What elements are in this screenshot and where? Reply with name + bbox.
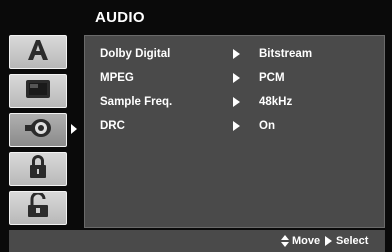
move-label: Move	[292, 235, 321, 247]
setting-label: Sample Freq.	[100, 96, 173, 108]
tab-others[interactable]	[9, 191, 67, 225]
setting-label: MPEG	[100, 72, 134, 84]
setting-value: 48kHz	[259, 96, 293, 108]
tab-lock[interactable]	[9, 152, 67, 186]
tab-language[interactable]	[9, 35, 67, 69]
right-arrow-icon	[325, 236, 332, 246]
display-icon	[24, 78, 52, 105]
move-hint: Move	[281, 235, 320, 247]
sidebar	[9, 35, 84, 228]
tab-display[interactable]	[9, 74, 67, 108]
setting-row-mpeg[interactable]: MPEG PCM	[85, 69, 386, 89]
play-arrow-icon	[233, 97, 240, 107]
up-down-arrows-icon	[281, 235, 289, 247]
lock-icon	[27, 154, 49, 185]
other-settings-icon	[25, 191, 51, 224]
language-a-icon	[25, 38, 51, 67]
settings-panel: Dolby Digital Bitstream MPEG PCM Sample …	[84, 35, 385, 228]
select-hint: Select	[325, 235, 368, 247]
setting-row-drc[interactable]: DRC On	[85, 117, 386, 137]
setting-value: Bitstream	[259, 48, 313, 60]
setting-label: DRC	[100, 120, 125, 132]
setting-row-sample-freq[interactable]: Sample Freq. 48kHz	[85, 93, 386, 113]
active-tab-arrow-icon	[71, 124, 77, 134]
page-title: AUDIO	[95, 9, 145, 26]
help-bar: Move Select	[9, 230, 385, 252]
setting-value: On	[259, 120, 275, 132]
play-arrow-icon	[233, 49, 240, 59]
tab-audio[interactable]	[9, 113, 77, 147]
audio-setup-screen: AUDIO Dolby Digital Bitstream MPEG PCM S…	[0, 0, 392, 252]
setting-value: PCM	[259, 72, 285, 84]
play-arrow-icon	[233, 121, 240, 131]
setting-row-dolby-digital[interactable]: Dolby Digital Bitstream	[85, 45, 386, 65]
play-arrow-icon	[233, 73, 240, 83]
speaker-audio-icon	[23, 117, 53, 144]
setting-label: Dolby Digital	[100, 48, 171, 60]
select-label: Select	[336, 235, 369, 247]
